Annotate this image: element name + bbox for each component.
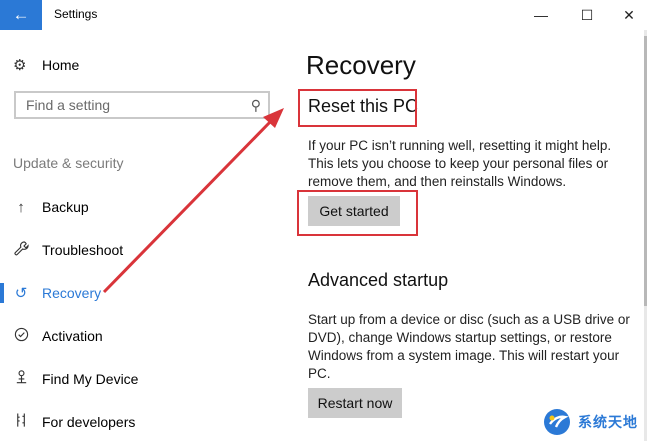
history-icon: ↺ xyxy=(14,285,28,302)
sidebar-item-label: Recovery xyxy=(42,285,102,301)
sidebar-item-label: For developers xyxy=(42,414,136,430)
developer-tools-icon xyxy=(12,412,30,432)
watermark-logo-icon xyxy=(544,409,570,435)
restart-now-button[interactable]: Restart now xyxy=(308,388,402,418)
sidebar: ⚙ Home ⚲ Update & security ↑ Backup Trou… xyxy=(0,30,290,441)
reset-description-line: This lets you choose to keep your person… xyxy=(308,156,609,171)
advanced-startup-description: Start up from a device or disc (such as … xyxy=(308,311,638,383)
advanced-description-line: Windows from a system image. This will r… xyxy=(308,348,620,363)
section-label: Update & security xyxy=(13,155,124,171)
developer-tools-icon-svg xyxy=(16,413,25,427)
sidebar-item-find-my-device[interactable]: Find My Device xyxy=(0,362,290,396)
reset-description-line: If your PC isn’t running well, resetting… xyxy=(308,138,612,153)
annotation-box-get-started xyxy=(297,190,418,236)
sidebar-item-recovery[interactable]: ↺ Recovery xyxy=(0,276,290,310)
close-button[interactable]: ✕ xyxy=(606,0,650,30)
back-arrow-icon: ← xyxy=(12,5,30,24)
sidebar-item-home[interactable]: ⚙ Home xyxy=(13,56,79,74)
sidebar-item-troubleshoot[interactable]: Troubleshoot xyxy=(0,233,290,267)
advanced-description-line: Start up from a device or disc (such as … xyxy=(308,312,630,327)
minimize-button[interactable]: — xyxy=(518,0,564,30)
title-bar: ← Settings — ☐ ✕ xyxy=(0,0,650,30)
page-title: Recovery xyxy=(306,50,416,80)
watermark-text: 系统天地 xyxy=(578,414,638,430)
home-label: Home xyxy=(42,57,80,73)
advanced-startup-title: Advanced startup xyxy=(308,270,449,290)
reset-description-line: remove them, and then reinstalls Windows… xyxy=(308,174,567,189)
window-title: Settings xyxy=(54,7,98,21)
selection-indicator xyxy=(0,283,4,303)
annotation-box-reset-title xyxy=(298,89,417,127)
scrollbar-thumb[interactable] xyxy=(644,36,647,306)
back-button[interactable]: ← xyxy=(0,0,42,30)
upload-arrow-icon: ↑ xyxy=(17,198,25,216)
maximize-icon: ☐ xyxy=(580,6,594,23)
sidebar-item-backup[interactable]: ↑ Backup xyxy=(0,190,290,224)
check-circle-icon xyxy=(12,327,30,346)
sidebar-item-label: Troubleshoot xyxy=(42,242,124,258)
sidebar-item-label: Activation xyxy=(42,328,103,344)
search-icon[interactable]: ⚲ xyxy=(251,97,261,114)
wrench-icon xyxy=(12,240,30,260)
sidebar-item-activation[interactable]: Activation xyxy=(0,319,290,353)
person-pin-icon xyxy=(12,369,30,389)
maximize-button[interactable]: ☐ xyxy=(564,0,610,30)
search-box[interactable]: ⚲ xyxy=(14,91,270,119)
check-circle-icon-svg xyxy=(14,327,28,341)
sidebar-item-label: Backup xyxy=(42,199,89,215)
sidebar-item-label: Find My Device xyxy=(42,371,139,387)
watermark: 系统天地 xyxy=(542,403,650,441)
gear-icon: ⚙ xyxy=(13,57,27,74)
wrench-icon-svg xyxy=(13,240,29,255)
sidebar-item-for-developers[interactable]: For developers xyxy=(0,405,290,439)
reset-description: If your PC isn’t running well, resetting… xyxy=(308,137,638,191)
search-input[interactable] xyxy=(24,96,248,114)
person-pin-icon-svg xyxy=(16,370,26,384)
advanced-description-line: PC. xyxy=(308,366,331,381)
advanced-description-line: DVD), change Windows startup settings, o… xyxy=(308,330,612,345)
minimize-icon: — xyxy=(534,7,548,23)
close-icon: ✕ xyxy=(623,6,635,23)
